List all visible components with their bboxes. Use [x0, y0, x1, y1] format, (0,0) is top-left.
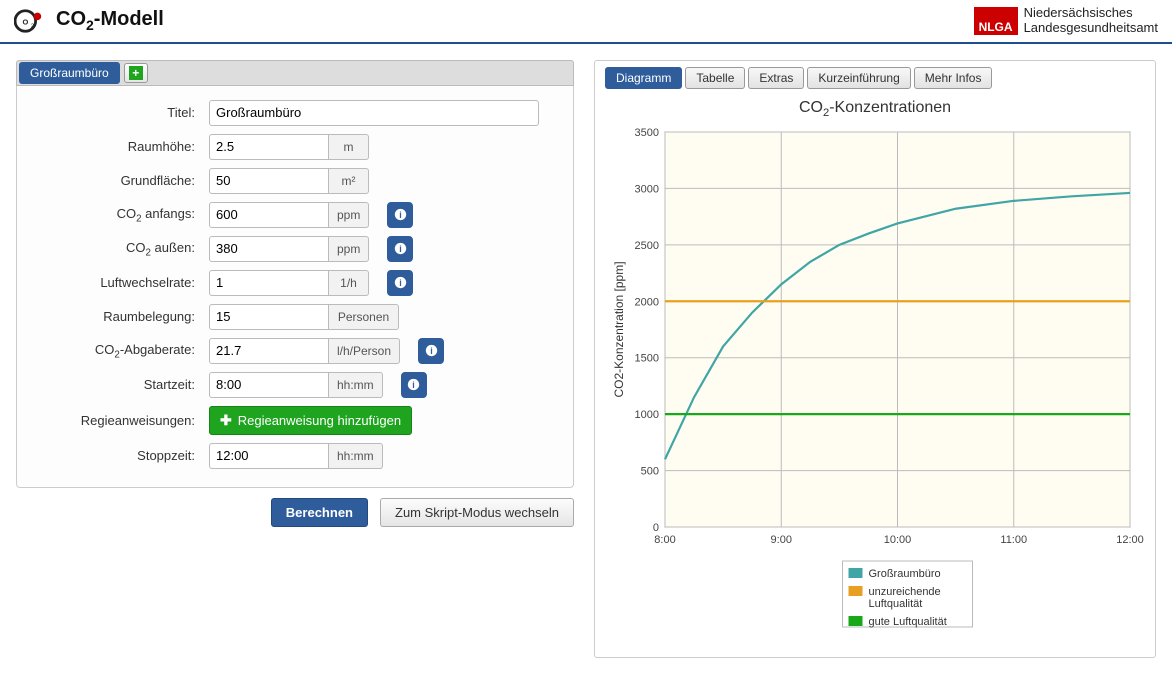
- nlga-badge-icon: NLGA: [974, 7, 1018, 35]
- berechnen-button[interactable]: Berechnen: [271, 498, 368, 527]
- label-stoppzeit: Stoppzeit:: [31, 448, 201, 463]
- plus-icon: ✚: [220, 412, 232, 429]
- unit-co2-anfangs: ppm: [329, 202, 369, 228]
- svg-text:gute Luftqualität: gute Luftqualität: [869, 616, 947, 628]
- svg-text:i: i: [430, 346, 432, 356]
- unit-raumbelegung: Personen: [329, 304, 399, 330]
- tab-kurzeinfuehrung[interactable]: Kurzeinführung: [807, 67, 910, 89]
- nlga-line1: Niedersächsisches: [1024, 6, 1158, 21]
- svg-text:2: 2: [31, 23, 34, 29]
- svg-text:2000: 2000: [635, 296, 659, 308]
- svg-text:2500: 2500: [635, 240, 659, 252]
- chart-title: CO2-Konzentrationen: [605, 95, 1145, 127]
- unit-stoppzeit: hh:mm: [329, 443, 383, 469]
- chart-area: CO2-Konzentrationen 0 500 1000 1500 2000 2500…: [605, 95, 1145, 647]
- svg-text:9:00: 9:00: [771, 534, 792, 546]
- info-co2-abgaberate-button[interactable]: i: [418, 338, 444, 364]
- svg-text:0: 0: [653, 522, 659, 534]
- info-co2-anfangs-button[interactable]: i: [387, 202, 413, 228]
- svg-text:i: i: [412, 380, 414, 390]
- svg-text:O: O: [23, 18, 29, 27]
- label-regieanweisungen: Regieanweisungen:: [31, 413, 201, 428]
- svg-text:12:00: 12:00: [1116, 534, 1144, 546]
- info-startzeit-button[interactable]: i: [401, 372, 427, 398]
- form-actions: Berechnen Zum Skript-Modus wechseln: [16, 498, 574, 527]
- input-co2-abgaberate[interactable]: [209, 338, 329, 364]
- svg-text:10:00: 10:00: [884, 534, 912, 546]
- co2-chart: 0 500 1000 1500 2000 2500 3000 3500 8:00 9:00 10:0…: [605, 127, 1145, 647]
- nlga-text: Niedersächsisches Landesgesundheitsamt: [1024, 6, 1158, 36]
- add-regieanweisung-label: Regieanweisung hinzufügen: [238, 413, 401, 428]
- label-grundflaeche: Grundfläche:: [31, 173, 201, 188]
- unit-startzeit: hh:mm: [329, 372, 383, 398]
- result-tabstrip: Diagramm Tabelle Extras Kurzeinführung M…: [605, 67, 1145, 89]
- input-raumhoehe[interactable]: [209, 134, 329, 160]
- unit-co2-abgaberate: l/h/Person: [329, 338, 400, 364]
- unit-raumhoehe: m: [329, 134, 369, 160]
- svg-text:Großraumbüro: Großraumbüro: [869, 568, 941, 580]
- co2-logo-icon: O 2: [14, 7, 46, 35]
- svg-text:i: i: [399, 244, 401, 254]
- input-startzeit[interactable]: [209, 372, 329, 398]
- label-raumbelegung: Raumbelegung:: [31, 309, 201, 324]
- svg-text:i: i: [399, 278, 401, 288]
- svg-text:1500: 1500: [635, 353, 659, 365]
- svg-text:i: i: [399, 210, 401, 220]
- input-co2-anfangs[interactable]: [209, 202, 329, 228]
- label-titel: Titel:: [31, 105, 201, 120]
- label-raumhoehe: Raumhöhe:: [31, 139, 201, 154]
- unit-co2-aussen: ppm: [329, 236, 369, 262]
- plus-icon: +: [129, 66, 143, 80]
- input-co2-aussen[interactable]: [209, 236, 329, 262]
- tab-room-1[interactable]: Großraumbüro: [19, 62, 120, 84]
- label-co2-anfangs: CO2 anfangs:: [31, 206, 201, 225]
- svg-text:500: 500: [641, 466, 659, 478]
- app-title: CO2-Modell: [56, 8, 164, 33]
- unit-luftwechselrate: 1/h: [329, 270, 369, 296]
- left-pane: Großraumbüro + Titel: Raumhöhe: m Grundf…: [16, 60, 574, 527]
- header-left: O 2 CO2-Modell: [14, 7, 164, 35]
- tab-tabelle[interactable]: Tabelle: [685, 67, 745, 89]
- svg-text:1000: 1000: [635, 409, 659, 421]
- svg-text:unzureichende: unzureichende: [869, 586, 941, 598]
- room-form: Titel: Raumhöhe: m Grundfläche: m² CO2 a…: [16, 86, 574, 488]
- label-luftwechselrate: Luftwechselrate:: [31, 275, 201, 290]
- label-co2-aussen: CO2 außen:: [31, 240, 201, 259]
- svg-text:CO2-Konzentration [ppm]: CO2-Konzentration [ppm]: [612, 262, 626, 398]
- svg-text:3500: 3500: [635, 127, 659, 139]
- input-titel[interactable]: [209, 100, 539, 126]
- svg-text:3000: 3000: [635, 183, 659, 195]
- skriptmodus-button[interactable]: Zum Skript-Modus wechseln: [380, 498, 574, 527]
- tab-extras[interactable]: Extras: [748, 67, 804, 89]
- tab-diagramm[interactable]: Diagramm: [605, 67, 682, 89]
- info-co2-aussen-button[interactable]: i: [387, 236, 413, 262]
- label-co2-abgaberate: CO2-Abgaberate:: [31, 342, 201, 361]
- input-stoppzeit[interactable]: [209, 443, 329, 469]
- svg-text:Luftqualität: Luftqualität: [869, 598, 923, 610]
- input-raumbelegung[interactable]: [209, 304, 329, 330]
- input-luftwechselrate[interactable]: [209, 270, 329, 296]
- nlga-line2: Landesgesundheitsamt: [1024, 21, 1158, 36]
- svg-text:11:00: 11:00: [1000, 534, 1027, 546]
- info-luftwechselrate-button[interactable]: i: [387, 270, 413, 296]
- add-regieanweisung-button[interactable]: ✚ Regieanweisung hinzufügen: [209, 406, 412, 435]
- tab-mehrinfos[interactable]: Mehr Infos: [914, 67, 993, 89]
- app-header: O 2 CO2-Modell NLGA Niedersächsisches La…: [0, 0, 1172, 44]
- nlga-logo: NLGA Niedersächsisches Landesgesundheits…: [974, 6, 1158, 36]
- input-grundflaeche[interactable]: [209, 168, 329, 194]
- svg-text:8:00: 8:00: [654, 534, 675, 546]
- right-pane: Diagramm Tabelle Extras Kurzeinführung M…: [594, 60, 1156, 658]
- label-startzeit: Startzeit:: [31, 377, 201, 392]
- unit-grundflaeche: m²: [329, 168, 369, 194]
- room-tabstrip: Großraumbüro +: [16, 60, 574, 86]
- add-room-button[interactable]: +: [124, 63, 148, 83]
